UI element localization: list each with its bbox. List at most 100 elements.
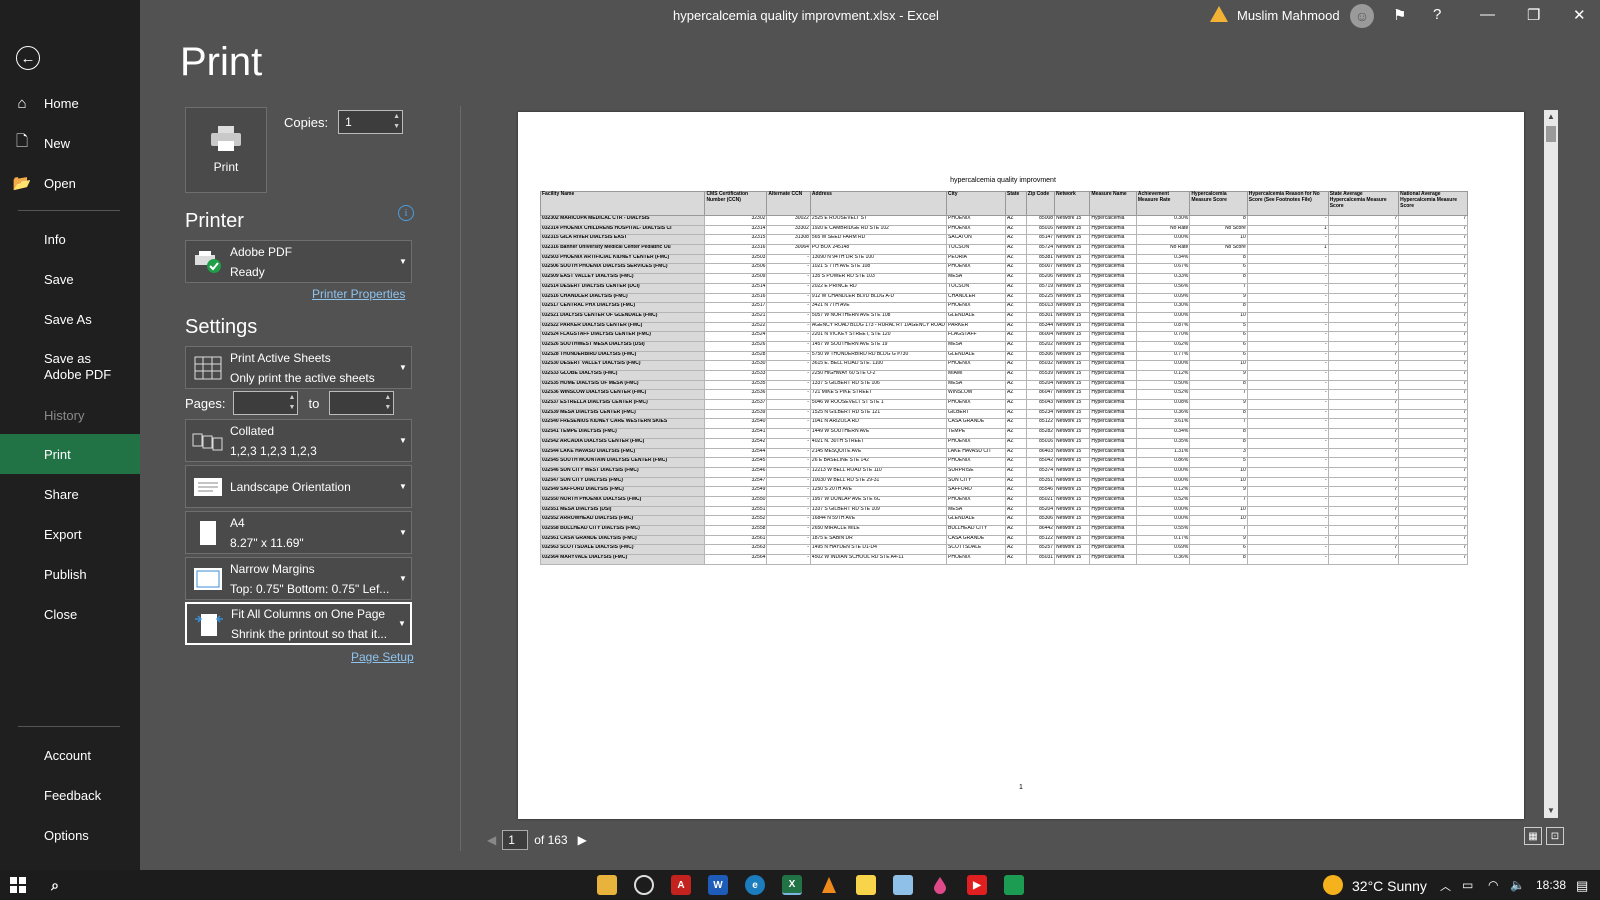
wifi-icon[interactable]: ◠ bbox=[1488, 878, 1498, 892]
zoom-to-page-icon[interactable]: ⊡ bbox=[1546, 827, 1564, 845]
paint-icon[interactable] bbox=[930, 875, 950, 895]
table-cell: Hypercalcemia bbox=[1089, 486, 1137, 497]
preview-scrollbar[interactable]: ▲ ▼ bbox=[1544, 110, 1558, 818]
table-cell: PHOENIX bbox=[946, 215, 1007, 226]
table-cell: - bbox=[766, 331, 811, 342]
pages-to-stepper[interactable]: ▲ ▼ bbox=[329, 391, 395, 415]
spin-arrows-icon[interactable]: ▲ ▼ bbox=[393, 112, 400, 132]
word-icon[interactable]: W bbox=[708, 875, 728, 895]
table-cell: 7 bbox=[1327, 476, 1400, 488]
table-cell: - bbox=[1246, 399, 1329, 410]
battery-icon[interactable]: ▭ bbox=[1462, 878, 1473, 892]
table-cell: 1457 W SOUTHERN AVE STE 19 bbox=[809, 340, 948, 352]
nav-save-as-adobe-pdf[interactable]: Save as Adobe PDF bbox=[0, 347, 140, 387]
table-cell: 85021 bbox=[1025, 495, 1056, 507]
table-cell: 0.86% bbox=[1135, 457, 1191, 468]
tray-chevron-icon[interactable]: ︿ bbox=[1440, 878, 1451, 894]
notifications-icon[interactable]: ▤ bbox=[1576, 878, 1588, 894]
app-icon[interactable] bbox=[1004, 875, 1024, 895]
nav-publish[interactable]: Publish bbox=[0, 554, 140, 594]
pages-from-stepper[interactable]: ▲ ▼ bbox=[233, 391, 299, 415]
nav-share[interactable]: Share bbox=[0, 474, 140, 514]
nav-account[interactable]: Account bbox=[0, 735, 140, 775]
notepad-icon[interactable] bbox=[893, 875, 913, 895]
nav-options[interactable]: Options bbox=[0, 815, 140, 855]
nav-new[interactable]: 🗋 New bbox=[0, 123, 140, 163]
table-cell: 32564 bbox=[704, 554, 768, 565]
orientation-dropdown[interactable]: Landscape Orientation ▼ bbox=[185, 465, 412, 508]
collation-dropdown[interactable]: Collated 1,2,3 1,2,3 1,2,3 ▼ bbox=[185, 419, 412, 462]
excel-icon[interactable]: X bbox=[782, 875, 802, 895]
print-what-dropdown[interactable]: Print Active Sheets Only print the activ… bbox=[185, 346, 412, 389]
nav-info[interactable]: Info bbox=[0, 219, 140, 259]
youtube-icon[interactable]: ▶ bbox=[967, 875, 987, 895]
help-icon[interactable]: ? bbox=[1433, 6, 1441, 23]
paper-icon bbox=[186, 520, 230, 546]
search-icon[interactable]: ⌕ bbox=[45, 875, 65, 895]
edge-icon[interactable]: e bbox=[745, 875, 765, 895]
close-icon[interactable]: ✕ bbox=[1573, 6, 1586, 24]
nav-close[interactable]: Close bbox=[0, 594, 140, 634]
scaling-dropdown[interactable]: Fit All Columns on One Page Shrink the p… bbox=[185, 602, 412, 645]
info-icon[interactable]: i bbox=[398, 205, 414, 221]
printer-ready-icon bbox=[186, 249, 230, 275]
margins-dropdown[interactable]: Narrow Margins Top: 0.75" Bottom: 0.75" … bbox=[185, 557, 412, 600]
nav-feedback[interactable]: Feedback bbox=[0, 775, 140, 815]
table-cell: MESA bbox=[946, 379, 1007, 391]
scroll-up-icon[interactable]: ▲ bbox=[1544, 110, 1558, 124]
printer-dropdown[interactable]: Adobe PDF Ready ▼ bbox=[185, 240, 412, 283]
weather-text[interactable]: 32°C Sunny bbox=[1352, 878, 1427, 894]
table-cell: - bbox=[766, 379, 811, 391]
paper-size-dropdown[interactable]: A4 8.27" x 11.69" ▼ bbox=[185, 511, 412, 554]
table-cell: AZ bbox=[1005, 515, 1027, 526]
nav-save-as[interactable]: Save As bbox=[0, 299, 140, 339]
table-cell: 7 bbox=[1327, 408, 1400, 420]
coauthor-icon[interactable]: ⚑ bbox=[1393, 6, 1406, 24]
spin-arrows-icon[interactable]: ▲ ▼ bbox=[289, 393, 296, 413]
table-cell: 0.30% bbox=[1135, 302, 1191, 313]
restore-icon[interactable]: ❐ bbox=[1527, 6, 1540, 24]
next-page-icon[interactable]: ▶ bbox=[578, 833, 587, 847]
current-page-input[interactable]: 1 bbox=[502, 830, 529, 850]
prev-page-icon[interactable]: ◀ bbox=[487, 833, 496, 847]
copies-stepper[interactable]: 1 ▲ ▼ bbox=[338, 110, 404, 134]
printer-properties-link[interactable]: Printer Properties bbox=[312, 287, 405, 301]
scroll-thumb[interactable] bbox=[1546, 126, 1556, 142]
sticky-notes-icon[interactable] bbox=[856, 875, 876, 895]
margins-desc: Top: 0.75" Bottom: 0.75" Lef... bbox=[230, 581, 390, 596]
table-cell: Hypercalcemia bbox=[1089, 311, 1137, 323]
back-arrow-icon[interactable]: ← bbox=[16, 46, 40, 70]
spin-arrows-icon[interactable]: ▲ ▼ bbox=[384, 393, 391, 413]
nav-open[interactable]: 📂 Open bbox=[0, 163, 140, 203]
warning-icon[interactable] bbox=[1210, 6, 1228, 22]
nav-print[interactable]: Print bbox=[0, 434, 140, 474]
print-button[interactable]: Print bbox=[185, 107, 267, 193]
chrome-icon[interactable] bbox=[634, 875, 654, 895]
table-cell: 7 bbox=[1398, 215, 1468, 226]
scroll-down-icon[interactable]: ▼ bbox=[1544, 804, 1558, 818]
table-cell: 9 bbox=[1189, 534, 1248, 546]
page-setup-link[interactable]: Page Setup bbox=[351, 650, 414, 664]
table-cell: 0.87% bbox=[1135, 321, 1191, 333]
nav-export[interactable]: Export bbox=[0, 514, 140, 554]
table-cell: 10030 W BELL RD STE 29-31 bbox=[809, 476, 948, 488]
weather-sun-icon[interactable] bbox=[1323, 875, 1343, 895]
nav-save[interactable]: Save bbox=[0, 259, 140, 299]
table-cell: 10 bbox=[1189, 476, 1248, 488]
acrobat-icon[interactable]: A bbox=[671, 875, 691, 895]
windows-start-icon[interactable] bbox=[8, 875, 28, 895]
collation-desc: 1,2,3 1,2,3 1,2,3 bbox=[230, 443, 317, 458]
current-page-value: 1 bbox=[508, 833, 515, 847]
vlc-icon[interactable] bbox=[819, 875, 839, 895]
table-cell: Network 15 bbox=[1054, 457, 1091, 468]
volume-icon[interactable]: 🔈 bbox=[1510, 878, 1525, 892]
table-cell: 85147 bbox=[1025, 234, 1056, 246]
show-margins-icon[interactable]: ▦ bbox=[1524, 827, 1542, 845]
clock[interactable]: 18:38 bbox=[1536, 878, 1566, 892]
column-header: Measure Name bbox=[1089, 191, 1137, 216]
minimize-icon[interactable]: — bbox=[1480, 6, 1495, 23]
nav-home[interactable]: ⌂ Home bbox=[0, 83, 140, 123]
file-explorer-icon[interactable] bbox=[597, 875, 617, 895]
avatar[interactable]: ☺ bbox=[1350, 4, 1374, 28]
user-name[interactable]: Muslim Mahmood bbox=[1237, 8, 1340, 23]
